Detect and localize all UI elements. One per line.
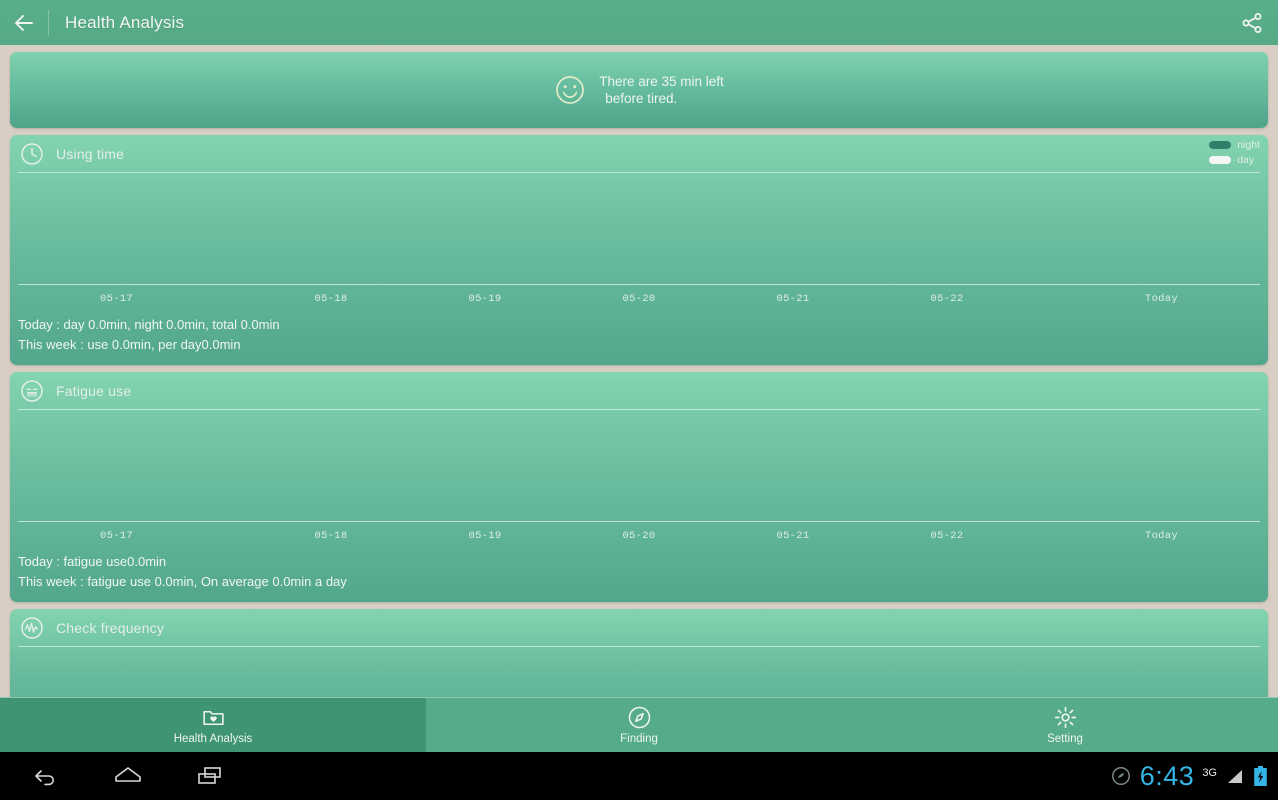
axis-tick: 05-21 <box>776 530 810 542</box>
android-system-bar: 6:43 3G <box>0 752 1278 800</box>
summary-line-today: Today : day 0.0min, night 0.0min, total … <box>18 317 280 332</box>
chart-legend: night day <box>1209 139 1260 166</box>
android-home-icon <box>115 767 141 782</box>
tab-label-health-analysis: Health Analysis <box>173 733 253 745</box>
tab-setting[interactable]: Setting <box>852 698 1278 752</box>
card-header-using-time: Using time night day <box>10 135 1268 173</box>
axis-tick: 05-20 <box>622 530 656 542</box>
legend-swatch-night <box>1209 141 1232 149</box>
axis-tick: 05-22 <box>930 530 964 542</box>
android-recents-button[interactable] <box>188 758 232 794</box>
banner-inner: There are 35 min left before tired. <box>554 73 724 107</box>
summary-fatigue-use: Today : fatigue use0.0min This week : fa… <box>10 550 1268 602</box>
chart-axis-using-time: 05-17 05-18 05-19 05-20 05-21 05-22 Toda… <box>10 285 1268 313</box>
axis-tick: 05-19 <box>468 293 502 305</box>
app-screen: Health Analysis There are 35 min left be… <box>0 0 1278 800</box>
battery-charging-icon <box>1254 766 1267 786</box>
card-title-fatigue-use: Fatigue use <box>56 383 132 399</box>
pulse-wave-icon <box>21 617 43 639</box>
android-back-button[interactable] <box>24 758 68 794</box>
legend-item-day: day <box>1209 154 1254 166</box>
legend-swatch-day <box>1209 156 1232 164</box>
card-header-fatigue-use: Fatigue use <box>10 372 1268 410</box>
axis-tick: Today <box>1144 530 1178 542</box>
axis-tick: 05-18 <box>314 530 348 542</box>
axis-tick: 05-21 <box>776 293 810 305</box>
card-title-check-frequency: Check frequency <box>56 620 165 636</box>
system-clock: 6:43 <box>1139 760 1195 791</box>
back-button[interactable] <box>0 0 48 45</box>
scroll-content[interactable]: There are 35 min left before tired. Usin… <box>0 45 1278 741</box>
summary-line-week: This week : fatigue use 0.0min, On avera… <box>18 574 347 589</box>
banner-text: There are 35 min left before tired. <box>599 73 724 107</box>
chart-baseline <box>18 284 1260 285</box>
card-fatigue-use: Fatigue use 05-17 05-18 05-19 05-20 05-2… <box>10 372 1268 602</box>
card-title-using-time: Using time <box>56 146 125 162</box>
legend-label-night: night <box>1237 139 1260 151</box>
axis-tick: 05-19 <box>468 530 502 542</box>
bottom-tab-bar: Health Analysis Finding Setting <box>0 697 1278 752</box>
banner-line-2: before tired. <box>605 91 678 106</box>
axis-tick: 05-20 <box>622 293 656 305</box>
legend-label-day: day <box>1237 154 1255 166</box>
appbar-divider <box>48 9 49 36</box>
smiley-face-icon <box>556 76 585 104</box>
axis-tick: 05-22 <box>930 293 964 305</box>
tab-label-setting: Setting <box>1047 733 1083 745</box>
page-title: Health Analysis <box>65 12 185 32</box>
share-icon <box>1242 12 1262 33</box>
app-notification-icon <box>1111 767 1130 785</box>
legend-item-night: night <box>1209 139 1260 151</box>
chart-axis-fatigue-use: 05-17 05-18 05-19 05-20 05-21 05-22 Toda… <box>10 522 1268 550</box>
compass-icon <box>628 706 650 729</box>
axis-tick: 05-17 <box>100 293 134 305</box>
banner-line-1: There are 35 min left <box>599 74 724 89</box>
system-status-area[interactable]: 6:43 3G <box>1110 761 1278 792</box>
folder-heart-icon <box>202 710 224 726</box>
tab-health-analysis[interactable]: Health Analysis <box>0 698 426 752</box>
android-recents-icon <box>198 767 221 784</box>
tab-label-finding: Finding <box>620 733 658 745</box>
app-bar: Health Analysis <box>0 0 1278 45</box>
summary-line-today: Today : fatigue use0.0min <box>18 554 167 569</box>
chart-baseline <box>18 521 1260 522</box>
summary-line-week: This week : use 0.0min, per day0.0min <box>18 337 241 352</box>
arrow-left-icon <box>15 14 33 31</box>
android-home-button[interactable] <box>106 758 150 794</box>
chart-fatigue-use <box>10 410 1268 522</box>
axis-tick: Today <box>1144 293 1178 305</box>
tired-face-icon <box>21 380 43 402</box>
axis-tick: 05-17 <box>100 530 134 542</box>
status-banner: There are 35 min left before tired. <box>10 52 1268 128</box>
android-nav-keys <box>0 758 232 794</box>
network-type-label: 3G <box>1202 766 1217 779</box>
clock-icon <box>21 143 43 165</box>
signal-bars-icon <box>1228 770 1242 783</box>
gear-icon <box>1054 706 1076 729</box>
share-button[interactable] <box>1226 0 1278 45</box>
axis-tick: 05-18 <box>314 293 348 305</box>
android-back-icon <box>35 770 54 786</box>
card-header-check-frequency: Check frequency <box>10 609 1268 647</box>
summary-using-time: Today : day 0.0min, night 0.0min, total … <box>10 313 1268 365</box>
tab-finding[interactable]: Finding <box>426 698 852 752</box>
chart-using-time <box>10 173 1268 285</box>
card-using-time: Using time night day 05-17 05-18 05-19 0… <box>10 135 1268 365</box>
